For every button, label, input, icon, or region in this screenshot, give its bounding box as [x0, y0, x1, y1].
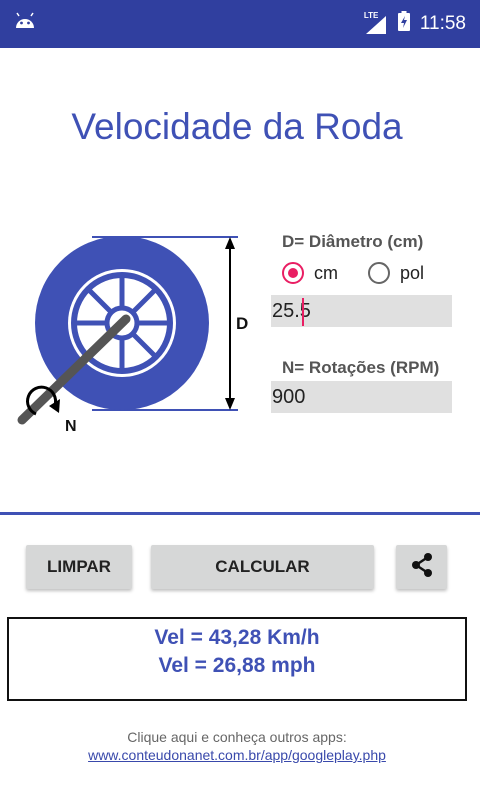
- wheel-diagram: D N: [14, 228, 264, 448]
- rpm-letter: N: [65, 418, 77, 435]
- rpm-input[interactable]: 900: [271, 381, 452, 413]
- share-icon: [409, 552, 435, 583]
- result-mph: Vel = 26,88 mph: [158, 654, 316, 677]
- radio-pol-label[interactable]: pol: [400, 263, 424, 284]
- share-button[interactable]: [396, 545, 447, 589]
- result-kmh: Vel = 43,28 Km/h: [154, 626, 320, 649]
- radio-cm-label[interactable]: cm: [314, 263, 338, 284]
- diameter-label: D= Diâmetro (cm): [282, 232, 424, 251]
- diameter-input[interactable]: 25.5: [271, 295, 452, 327]
- footer-link[interactable]: www.conteudonanet.com.br/app/googleplay.…: [0, 747, 474, 763]
- rotations-label: N= Rotações (RPM): [282, 358, 440, 377]
- footer: Clique aqui e conheça outros apps: www.c…: [0, 729, 474, 763]
- battery-icon: [397, 11, 410, 36]
- android-icon: [14, 12, 36, 35]
- radio-pol[interactable]: [368, 262, 390, 284]
- unit-radio-group: cm pol: [280, 262, 424, 284]
- clock: 11:58: [419, 12, 466, 34]
- lte-signal-icon: LTE: [364, 11, 388, 35]
- radio-cm[interactable]: [282, 262, 304, 284]
- diameter-letter: D: [236, 314, 249, 333]
- clear-button[interactable]: LIMPAR: [26, 545, 132, 589]
- calculate-button[interactable]: CALCULAR: [151, 545, 374, 589]
- text-cursor: [302, 298, 304, 326]
- divider: [0, 512, 480, 515]
- footer-text: Clique aqui e conheça outros apps:: [127, 729, 347, 745]
- result-box: Vel = 43,28 Km/h Vel = 26,88 mph: [7, 617, 467, 701]
- page-title: Velocidade da Roda: [71, 106, 403, 147]
- status-bar: LTE 11:58: [0, 0, 480, 48]
